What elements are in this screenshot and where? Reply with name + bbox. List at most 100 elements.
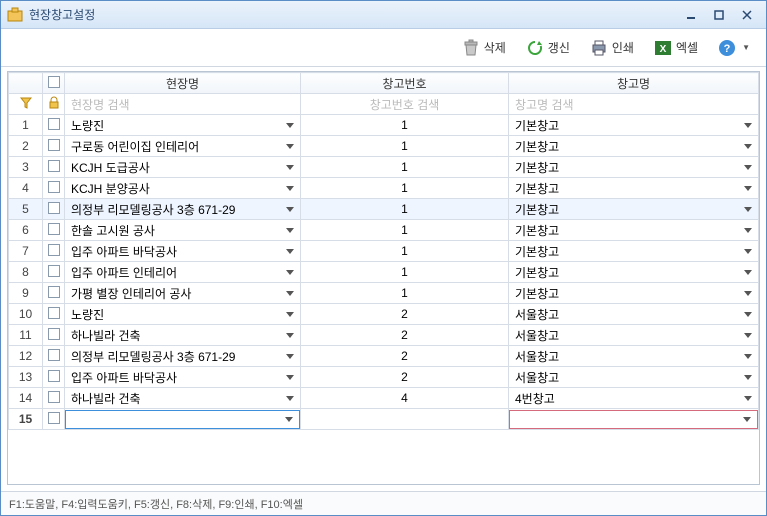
refresh-button[interactable]: 갱신 [518, 35, 578, 61]
row-checkbox-cell[interactable] [43, 262, 65, 283]
wname-cell[interactable]: 기본창고 [509, 115, 759, 136]
excel-button[interactable]: X 엑셀 [646, 35, 706, 61]
wno-cell[interactable]: 4 [301, 388, 509, 409]
wno-cell[interactable]: 1 [301, 115, 509, 136]
row-checkbox[interactable] [48, 265, 60, 277]
wno-cell[interactable]: 2 [301, 346, 509, 367]
row-checkbox-cell[interactable] [43, 367, 65, 388]
wno-cell[interactable]: 1 [301, 199, 509, 220]
print-button[interactable]: 인쇄 [582, 35, 642, 61]
row-checkbox-cell[interactable] [43, 409, 65, 430]
wname-cell[interactable]: 4번창고 [509, 388, 759, 409]
wno-cell[interactable]: 2 [301, 367, 509, 388]
row-checkbox[interactable] [48, 328, 60, 340]
site-cell[interactable]: 입주 아파트 인테리어 [65, 262, 301, 283]
row-checkbox[interactable] [48, 118, 60, 130]
row-checkbox-cell[interactable] [43, 325, 65, 346]
site-cell[interactable]: 입주 아파트 바닥공사 [65, 367, 301, 388]
site-cell[interactable]: 하나빌라 건축 [65, 325, 301, 346]
row-checkbox-cell[interactable] [43, 178, 65, 199]
table-row[interactable]: 8입주 아파트 인테리어1기본창고 [9, 262, 759, 283]
maximize-button[interactable] [706, 6, 732, 24]
site-cell[interactable]: 의정부 리모델링공사 3층 671-29 [65, 199, 301, 220]
site-cell[interactable]: 한솔 고시원 공사 [65, 220, 301, 241]
row-checkbox[interactable] [48, 223, 60, 235]
row-checkbox[interactable] [48, 202, 60, 214]
table-row[interactable]: 4KCJH 분양공사1기본창고 [9, 178, 759, 199]
wno-cell[interactable]: 2 [301, 304, 509, 325]
row-checkbox[interactable] [48, 244, 60, 256]
table-row[interactable]: 11하나빌라 건축2서울창고 [9, 325, 759, 346]
wname-cell[interactable]: 서울창고 [509, 325, 759, 346]
filter-wname-input[interactable]: 창고명 검색 [509, 94, 759, 115]
row-checkbox-cell[interactable] [43, 346, 65, 367]
row-checkbox-cell[interactable] [43, 283, 65, 304]
row-checkbox[interactable] [48, 181, 60, 193]
row-checkbox[interactable] [48, 139, 60, 151]
row-checkbox[interactable] [48, 307, 60, 319]
site-cell[interactable]: 하나빌라 건축 [65, 388, 301, 409]
table-row[interactable]: 10노량진2서울창고 [9, 304, 759, 325]
col-header-number[interactable] [9, 73, 43, 94]
site-cell[interactable]: 입주 아파트 바닥공사 [65, 241, 301, 262]
filter-site-input[interactable]: 현장명 검색 [65, 94, 301, 115]
wname-cell[interactable]: 기본창고 [509, 283, 759, 304]
delete-button[interactable]: 삭제 [454, 35, 514, 61]
wname-cell[interactable]: 서울창고 [509, 346, 759, 367]
site-cell[interactable]: 가평 별장 인테리어 공사 [65, 283, 301, 304]
filter-lock-cell[interactable] [43, 94, 65, 115]
site-cell[interactable]: 노량진 [65, 304, 301, 325]
wno-cell-new[interactable] [301, 409, 509, 430]
new-row[interactable]: 15 [9, 409, 759, 430]
wname-cell-new[interactable] [509, 409, 759, 430]
row-checkbox-cell[interactable] [43, 241, 65, 262]
wname-cell[interactable]: 기본창고 [509, 241, 759, 262]
col-header-checkbox[interactable] [43, 73, 65, 94]
wname-cell[interactable]: 기본창고 [509, 136, 759, 157]
wname-cell[interactable]: 기본창고 [509, 178, 759, 199]
table-row[interactable]: 3KCJH 도급공사1기본창고 [9, 157, 759, 178]
table-row[interactable]: 2구로동 어린이집 인테리어1기본창고 [9, 136, 759, 157]
wno-cell[interactable]: 1 [301, 178, 509, 199]
col-header-site[interactable]: 현장명 [65, 73, 301, 94]
site-cell[interactable]: 구로동 어린이집 인테리어 [65, 136, 301, 157]
row-checkbox-cell[interactable] [43, 157, 65, 178]
table-row[interactable]: 6한솔 고시원 공사1기본창고 [9, 220, 759, 241]
wno-cell[interactable]: 1 [301, 220, 509, 241]
table-row[interactable]: 1노량진1기본창고 [9, 115, 759, 136]
table-row[interactable]: 13입주 아파트 바닥공사2서울창고 [9, 367, 759, 388]
row-checkbox-cell[interactable] [43, 136, 65, 157]
table-row[interactable]: 14하나빌라 건축44번창고 [9, 388, 759, 409]
close-button[interactable] [734, 6, 760, 24]
row-checkbox-cell[interactable] [43, 199, 65, 220]
row-checkbox-cell[interactable] [43, 304, 65, 325]
row-checkbox[interactable] [48, 286, 60, 298]
wname-cell[interactable]: 기본창고 [509, 220, 759, 241]
wname-cell[interactable]: 서울창고 [509, 367, 759, 388]
row-checkbox[interactable] [48, 160, 60, 172]
table-row[interactable]: 12의정부 리모델링공사 3층 671-292서울창고 [9, 346, 759, 367]
wno-cell[interactable]: 1 [301, 157, 509, 178]
row-checkbox[interactable] [48, 412, 60, 424]
site-cell[interactable]: 노량진 [65, 115, 301, 136]
minimize-button[interactable] [678, 6, 704, 24]
select-all-checkbox[interactable] [48, 76, 60, 88]
row-checkbox-cell[interactable] [43, 388, 65, 409]
row-checkbox-cell[interactable] [43, 220, 65, 241]
table-row[interactable]: 5의정부 리모델링공사 3층 671-291기본창고 [9, 199, 759, 220]
site-cell-new[interactable] [65, 409, 301, 430]
wno-cell[interactable]: 1 [301, 283, 509, 304]
help-button[interactable]: ? ▼ [710, 35, 758, 61]
row-checkbox-cell[interactable] [43, 115, 65, 136]
wname-cell[interactable]: 서울창고 [509, 304, 759, 325]
col-header-wno[interactable]: 창고번호 [301, 73, 509, 94]
wname-cell[interactable]: 기본창고 [509, 199, 759, 220]
row-checkbox[interactable] [48, 370, 60, 382]
wno-cell[interactable]: 1 [301, 241, 509, 262]
site-cell[interactable]: KCJH 도급공사 [65, 157, 301, 178]
wno-cell[interactable]: 1 [301, 136, 509, 157]
wno-cell[interactable]: 1 [301, 262, 509, 283]
wname-cell[interactable]: 기본창고 [509, 157, 759, 178]
row-checkbox[interactable] [48, 349, 60, 361]
wno-cell[interactable]: 2 [301, 325, 509, 346]
